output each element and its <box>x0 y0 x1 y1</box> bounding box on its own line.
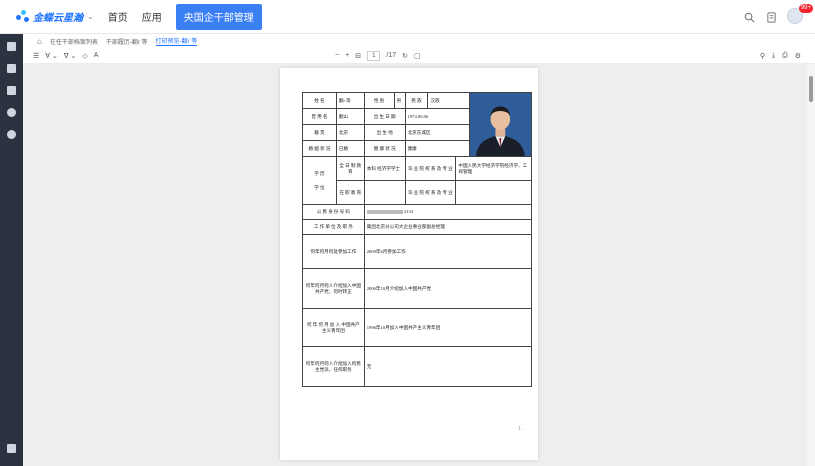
school-label: 毕 业 院 校 系 及 专 业 <box>404 156 457 181</box>
league-join-label: 何 年 何 月 加 入 中国共产主义青年团 <box>302 308 365 347</box>
left-sidebar <box>0 34 23 466</box>
eraser-icon[interactable]: ◇ <box>82 52 87 60</box>
nav-home[interactable]: 首页 <box>108 9 128 24</box>
outline-icon[interactable]: ☰ <box>33 52 39 60</box>
breadcrumb-resume[interactable]: 干部履历-翻r 等 <box>106 37 148 46</box>
settings-icon[interactable]: ⚙ <box>795 52 801 60</box>
chevron-down-icon[interactable]: ⌄ <box>87 12 94 21</box>
logo-text: 金蝶云星瀚 <box>33 13 83 24</box>
rotate-icon[interactable]: ↻ <box>402 52 408 60</box>
work-start-value: 2009年6月参加工作 <box>363 234 533 269</box>
parttime-edu-value <box>363 180 406 205</box>
native-place-value: 北京 <box>335 124 365 141</box>
breadcrumb-cadre-list[interactable]: 在任干部档案列表 <box>50 37 98 46</box>
democratic-party-value: 无 <box>363 346 533 387</box>
search-icon[interactable] <box>743 11 755 23</box>
gender-value: 男 <box>393 92 406 109</box>
download-icon[interactable]: ⤓ <box>772 52 775 60</box>
fulltime-edu-value: 本科 经济学学士 <box>363 156 406 181</box>
league-join-value: 1996年10月加入中国共产主义青年团 <box>363 308 533 347</box>
id-photo <box>469 92 532 157</box>
print-icon[interactable]: ⎙ <box>782 52 788 60</box>
school2-label: 毕 业 院 校 系 及 专 业 <box>404 180 457 205</box>
sidebar-help-icon[interactable] <box>7 130 16 139</box>
fit-page-icon[interactable]: ⊟ <box>355 52 361 60</box>
ethnic-value: 汉族 <box>427 92 471 109</box>
home-icon[interactable]: ⌂ <box>37 37 42 46</box>
name-value: 翻r 等 <box>335 92 365 109</box>
page-footer-number: · 1 · <box>515 426 524 432</box>
toolbar-left: ☰ ∀ ⌄ ∇ ⌄ ◇ A <box>33 52 98 60</box>
fulltime-edu-label: 全 日 制 教 育 <box>335 156 365 181</box>
id-number-label: 公 民 身 份 号 码 <box>302 204 365 220</box>
school-value: 中国人民大学经济学院经济学、工商管理 <box>455 156 532 181</box>
filter-icon[interactable]: ∀ ⌄ <box>45 52 58 60</box>
nav-active-app[interactable]: 央国企干部管理 <box>175 3 262 30</box>
toolbar-center: − + ⊟ 1 /17 ↻ ▢ <box>335 50 421 61</box>
birth-date-label: 出 生 日 期 <box>363 108 406 125</box>
highlight-icon[interactable]: ∇ ⌄ <box>64 52 77 60</box>
sidebar-dashboard-icon[interactable] <box>7 64 16 73</box>
sidebar-bottom-icon[interactable] <box>7 444 16 453</box>
top-right-actions: 99+ <box>743 0 813 34</box>
document-page: 姓 名 翻r 等 性 别 男 民 族 汉族 曾 用 名 翻山 出 生 日 期 1… <box>280 68 538 460</box>
ethnic-label: 民 族 <box>404 92 429 109</box>
gender-label: 性 别 <box>363 92 395 109</box>
toolbar-right: ⚲ ⤓ ⎙ ⚙ <box>760 52 801 60</box>
job-label: 工 作 单 位 及 职 务 <box>302 219 365 235</box>
user-avatar[interactable]: 99+ <box>787 4 813 26</box>
marital-value: 已婚 <box>335 140 365 157</box>
app-logo[interactable]: 金蝶云星瀚 ⌄ <box>16 0 94 34</box>
total-pages: /17 <box>386 52 397 59</box>
work-start-label: 何年何月何处参加工作 <box>302 234 365 269</box>
notification-badge: 99+ <box>798 4 813 13</box>
degree-label: 学 位 <box>314 184 325 190</box>
resume-form-table: 姓 名 翻r 等 性 别 男 民 族 汉族 曾 用 名 翻山 出 生 日 期 1… <box>302 92 533 387</box>
marital-label: 婚 姻 状 况 <box>302 140 337 157</box>
document-icon[interactable] <box>765 11 777 23</box>
parttime-edu-label: 在 职 教 育 <box>335 180 365 205</box>
text-icon[interactable]: A <box>94 52 99 59</box>
breadcrumb-print-preview[interactable]: 打印预览-翻r 等 <box>155 36 198 46</box>
sidebar-doc-icon[interactable] <box>7 86 16 95</box>
name-label: 姓 名 <box>302 92 337 109</box>
search-icon[interactable]: ⚲ <box>760 52 765 60</box>
portrait-image <box>470 93 531 156</box>
logo-icon <box>16 9 30 24</box>
former-name-label: 曾 用 名 <box>302 108 337 125</box>
birth-date-value: 1974.06.06 <box>404 108 471 125</box>
id-number-mask <box>366 210 403 215</box>
preview-toolbar: ☰ ∀ ⌄ ∇ ⌄ ◇ A − + ⊟ 1 /17 ↻ ▢ ⚲ ⤓ ⎙ ⚙ <box>23 48 815 64</box>
scrollbar-thumb[interactable] <box>809 76 813 102</box>
id-number-value: 2133 <box>363 204 533 220</box>
vertical-scrollbar[interactable] <box>807 64 815 466</box>
zoom-in-icon[interactable]: + <box>345 52 349 59</box>
top-bar: 金蝶云星瀚 ⌄ 首页 应用 央国企干部管理 99+ <box>0 0 815 34</box>
sidebar-menu-icon[interactable] <box>7 42 16 51</box>
party-join-label: 何年何月何人介绍加入中国共产党，何时转正 <box>302 268 365 309</box>
page-number-input[interactable]: 1 <box>367 50 381 61</box>
native-place-label: 籍 贯 <box>302 124 337 141</box>
birthplace-value: 北京东城区 <box>404 124 471 141</box>
job-value: 集团北京分公司大企业事业部副总经理 <box>363 219 533 235</box>
nav-apps[interactable]: 应用 <box>142 9 162 24</box>
page-view-icon[interactable]: ▢ <box>414 52 421 60</box>
document-viewer: 姓 名 翻r 等 性 别 男 民 族 汉族 曾 用 名 翻山 出 生 日 期 1… <box>23 64 807 466</box>
sidebar-cube-icon[interactable] <box>7 108 16 117</box>
breadcrumb: ⌂ 在任干部档案列表 干部履历-翻r 等 打印预览-翻r 等 <box>23 34 815 48</box>
school2-value <box>455 180 532 205</box>
former-name-value: 翻山 <box>335 108 365 125</box>
health-label: 健 康 状 况 <box>363 140 406 157</box>
education-degree-label: 学 历 学 位 <box>302 156 337 205</box>
id-number-suffix: 2133 <box>403 209 414 215</box>
health-value: 健康 <box>404 140 471 157</box>
birthplace-label: 出 生 地 <box>363 124 406 141</box>
party-join-value: 2006年10月介绍加入中国共产党 <box>363 268 533 309</box>
zoom-out-icon[interactable]: − <box>335 52 339 59</box>
democratic-party-label: 何年何月何人介绍加入何民主党派，任何职务 <box>302 346 365 387</box>
